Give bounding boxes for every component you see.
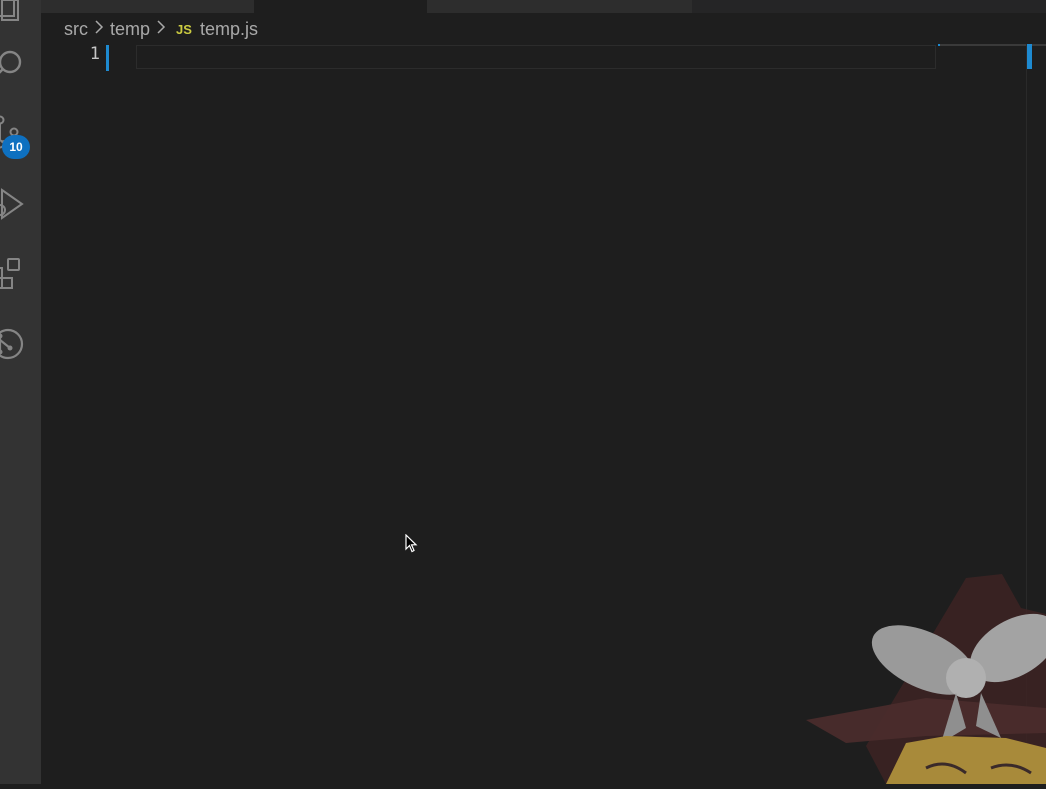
breadcrumb-item-temp[interactable]: temp <box>110 19 150 40</box>
explorer-icon[interactable] <box>0 0 26 28</box>
extensions-icon[interactable] <box>0 254 26 294</box>
editor-tab[interactable] <box>427 0 692 13</box>
current-line-highlight[interactable] <box>136 45 936 69</box>
run-debug-icon[interactable] <box>0 184 26 224</box>
editor-tab[interactable] <box>41 0 254 13</box>
editor-tab-active[interactable] <box>254 0 427 13</box>
breadcrumb-item-src[interactable]: src <box>64 19 88 40</box>
activity-bar: 10 <box>0 0 41 784</box>
tab-strip <box>41 0 1046 13</box>
breadcrumb-item-file[interactable]: temp.js <box>200 19 258 40</box>
mascot-background-image <box>806 568 1046 784</box>
source-control-badge: 10 <box>2 135 30 159</box>
tab-strip-empty <box>692 0 1046 13</box>
chevron-right-icon <box>94 20 104 38</box>
breadcrumb: src temp JS temp.js <box>64 18 258 40</box>
js-file-icon: JS <box>176 21 192 37</box>
mouse-pointer-icon <box>405 533 419 559</box>
chevron-right-icon <box>156 20 166 38</box>
git-graph-icon[interactable] <box>0 324 26 364</box>
text-cursor <box>106 45 109 71</box>
cursor-position-indicator <box>1027 44 1032 69</box>
search-icon[interactable] <box>0 42 26 82</box>
ruler-mark <box>938 44 940 46</box>
line-number: 1 <box>89 44 100 64</box>
